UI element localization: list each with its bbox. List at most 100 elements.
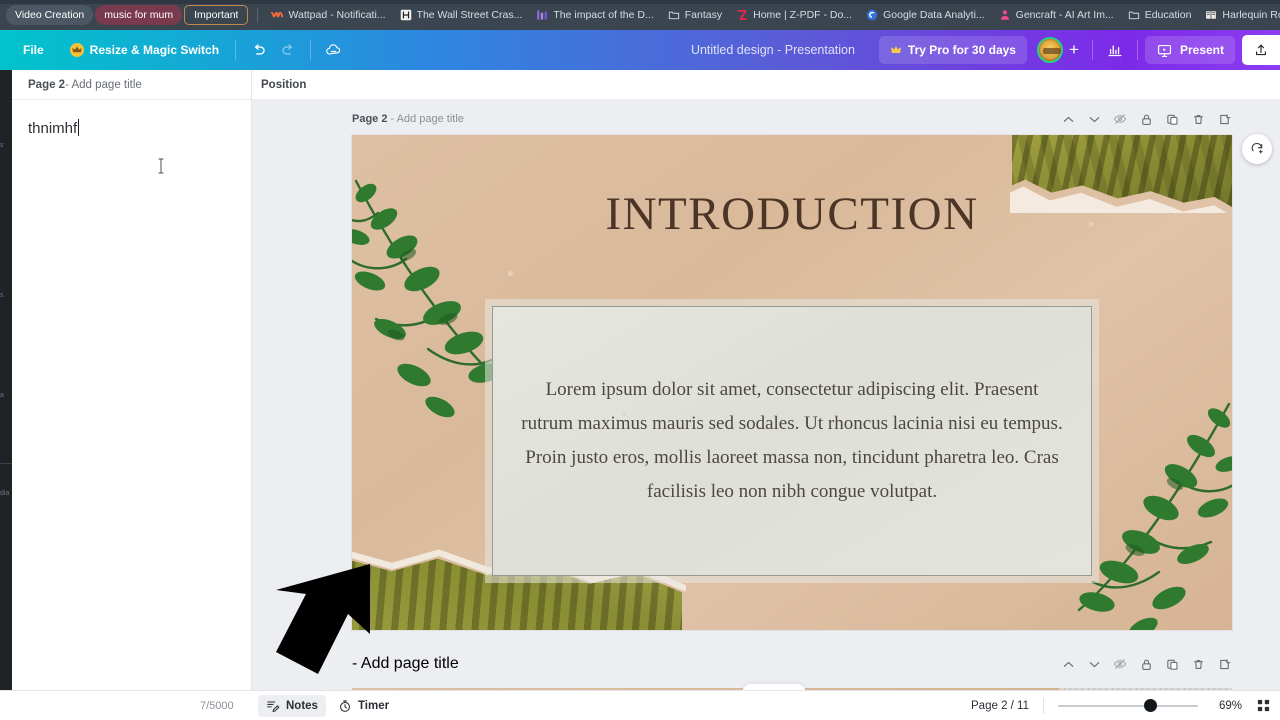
insights-icon[interactable] bbox=[1100, 36, 1130, 64]
cloud-save-icon[interactable] bbox=[318, 36, 348, 64]
toolbar-divider-3 bbox=[1091, 40, 1093, 60]
notes-panel: Page 2 - Add page title thnimhf bbox=[12, 70, 252, 690]
history-icon bbox=[400, 9, 412, 21]
magic-refresh-icon[interactable] bbox=[1242, 134, 1272, 164]
try-pro-button[interactable]: Try Pro for 30 days bbox=[878, 36, 1027, 64]
add-page-icon[interactable] bbox=[1216, 111, 1232, 127]
next-page-header: - Add page title bbox=[352, 653, 1232, 675]
bookmark-the-impact-of-the-d[interactable]: The impact of the D... bbox=[530, 5, 659, 25]
zoom-slider[interactable] bbox=[1058, 699, 1198, 713]
file-menu-button[interactable]: File bbox=[14, 36, 53, 64]
add-page-icon[interactable] bbox=[1216, 656, 1232, 672]
browser-side-rail: s s a dia bbox=[0, 70, 12, 720]
gencraft-icon bbox=[999, 9, 1011, 21]
text-caret bbox=[78, 119, 80, 136]
file-menu-label: File bbox=[23, 43, 44, 57]
bookmark-harlequin-romance[interactable]: Harlequin Romance... bbox=[1199, 5, 1280, 25]
i-beam-cursor bbox=[157, 158, 165, 174]
move-down-icon[interactable] bbox=[1086, 656, 1102, 672]
canvas-area[interactable]: Page 2 - Add page title INTRODUCTION Lor… bbox=[252, 100, 1280, 690]
slide-canvas[interactable]: INTRODUCTION Lorem ipsum dolor sit amet,… bbox=[352, 135, 1232, 630]
toolbar-divider-1 bbox=[235, 40, 237, 60]
timer-button-label: Timer bbox=[357, 699, 390, 712]
avatar[interactable] bbox=[1036, 37, 1063, 63]
move-down-icon[interactable] bbox=[1086, 111, 1102, 127]
duplicate-page-icon[interactable] bbox=[1164, 656, 1180, 672]
toolbar-divider-2 bbox=[310, 40, 312, 60]
present-label: Present bbox=[1179, 43, 1224, 57]
document-title[interactable]: Untitled design - Presentation bbox=[691, 43, 855, 57]
book-icon bbox=[1205, 9, 1218, 21]
resize-magic-switch-button[interactable]: Resize & Magic Switch bbox=[61, 36, 228, 64]
folder-icon bbox=[1128, 9, 1140, 21]
present-button[interactable]: Present bbox=[1144, 36, 1235, 64]
slides-icon bbox=[536, 9, 548, 21]
notes-editor[interactable]: thnimhf bbox=[12, 100, 251, 690]
bookmark-label: Wattpad - Notificati... bbox=[288, 9, 386, 21]
zoom-knob[interactable] bbox=[1144, 699, 1157, 712]
bookmark-home-z-pdf-do[interactable]: Home | Z-PDF - Do... bbox=[730, 5, 858, 25]
bookmark-label: Google Data Analyti... bbox=[883, 9, 985, 21]
rail-fragment: s bbox=[0, 142, 4, 149]
move-up-icon[interactable] bbox=[1060, 656, 1076, 672]
bookmark-education[interactable]: Education bbox=[1122, 5, 1198, 25]
bookmark-important[interactable]: Important bbox=[184, 5, 249, 25]
bookmark-wattpad-notificati[interactable]: Wattpad - Notificati... bbox=[265, 5, 391, 25]
bookmark-label: music for mum bbox=[104, 9, 174, 21]
redo-icon[interactable] bbox=[273, 36, 303, 64]
notes-page-number: Page 2 bbox=[28, 78, 66, 91]
share-button[interactable] bbox=[1242, 35, 1280, 65]
slide-title[interactable]: INTRODUCTION bbox=[352, 187, 1232, 241]
slide-text-box[interactable]: Lorem ipsum dolor sit amet, consectetur … bbox=[492, 306, 1092, 576]
next-page-title-placeholder: - Add page title bbox=[352, 655, 459, 672]
notes-button[interactable]: Notes bbox=[258, 694, 326, 717]
grid-view-icon[interactable] bbox=[1256, 698, 1272, 714]
bookmark-google-data-analyti[interactable]: Google Data Analyti... bbox=[860, 5, 991, 25]
delete-page-icon[interactable] bbox=[1190, 111, 1206, 127]
crown-icon bbox=[69, 43, 84, 57]
duplicate-page-icon[interactable] bbox=[1164, 111, 1180, 127]
canva-top-toolbar: File Resize & Magic Switch Untitled desi… bbox=[0, 30, 1280, 70]
page-header: Page 2 - Add page title bbox=[352, 108, 1232, 130]
bookmark-label: Gencraft - AI Art Im... bbox=[1015, 9, 1114, 21]
bookmark-divider bbox=[257, 7, 259, 23]
share-upload-icon bbox=[1253, 42, 1269, 58]
editor-context-toolbar: Position bbox=[252, 70, 1280, 100]
bookmark-the-wall-street-cras[interactable]: The Wall Street Cras... bbox=[394, 5, 529, 25]
page-title: Page 2 - Add page title bbox=[352, 113, 464, 125]
present-icon bbox=[1156, 42, 1173, 59]
rail-fragment: a bbox=[0, 392, 4, 399]
lock-page-icon[interactable] bbox=[1138, 111, 1154, 127]
page-indicator[interactable]: Page 2 / 11 bbox=[971, 700, 1029, 712]
coursera-icon bbox=[866, 9, 878, 21]
slide-body-text: Lorem ipsum dolor sit amet, consectetur … bbox=[521, 379, 1063, 502]
undo-icon[interactable] bbox=[243, 36, 273, 64]
move-up-icon[interactable] bbox=[1060, 111, 1076, 127]
bookmark-label: Fantasy bbox=[684, 9, 723, 21]
position-button[interactable]: Position bbox=[261, 79, 306, 91]
add-collaborator-button[interactable]: + bbox=[1063, 37, 1085, 63]
crown-small-icon bbox=[890, 44, 902, 56]
bookmark-label: The impact of the D... bbox=[553, 9, 654, 21]
status-divider bbox=[1043, 697, 1044, 714]
timer-button[interactable]: Timer bbox=[330, 695, 397, 717]
bookmark-label: Education bbox=[1144, 9, 1192, 21]
bookmark-music-for-mum[interactable]: music for mum bbox=[95, 5, 183, 25]
bookmark-label: Video Creation bbox=[15, 9, 85, 21]
bookmark-video-creation[interactable]: Video Creation bbox=[6, 5, 94, 25]
zoom-percent: 69% bbox=[1218, 699, 1242, 712]
page-title-placeholder: - Add page title bbox=[387, 113, 464, 125]
bookmark-fantasy[interactable]: Fantasy bbox=[662, 5, 728, 25]
hide-page-icon[interactable] bbox=[1112, 111, 1128, 127]
browser-bookmarks-bar: Video Creation music for mum Important Watt… bbox=[0, 0, 1280, 30]
delete-page-icon[interactable] bbox=[1190, 656, 1206, 672]
page-toolbar bbox=[1060, 111, 1232, 127]
status-bar: 7/5000 Notes Timer Page 2 / 11 69% bbox=[0, 690, 1280, 720]
lock-page-icon[interactable] bbox=[1138, 656, 1154, 672]
hide-page-icon[interactable] bbox=[1112, 656, 1128, 672]
bookmark-label: Home | Z-PDF - Do... bbox=[753, 9, 853, 21]
bookmark-label: The Wall Street Cras... bbox=[416, 9, 523, 21]
notes-button-label: Notes bbox=[286, 699, 318, 712]
bookmark-gencraft-ai-art-im[interactable]: Gencraft - AI Art Im... bbox=[993, 5, 1120, 25]
page-number: Page 2 bbox=[352, 113, 388, 125]
